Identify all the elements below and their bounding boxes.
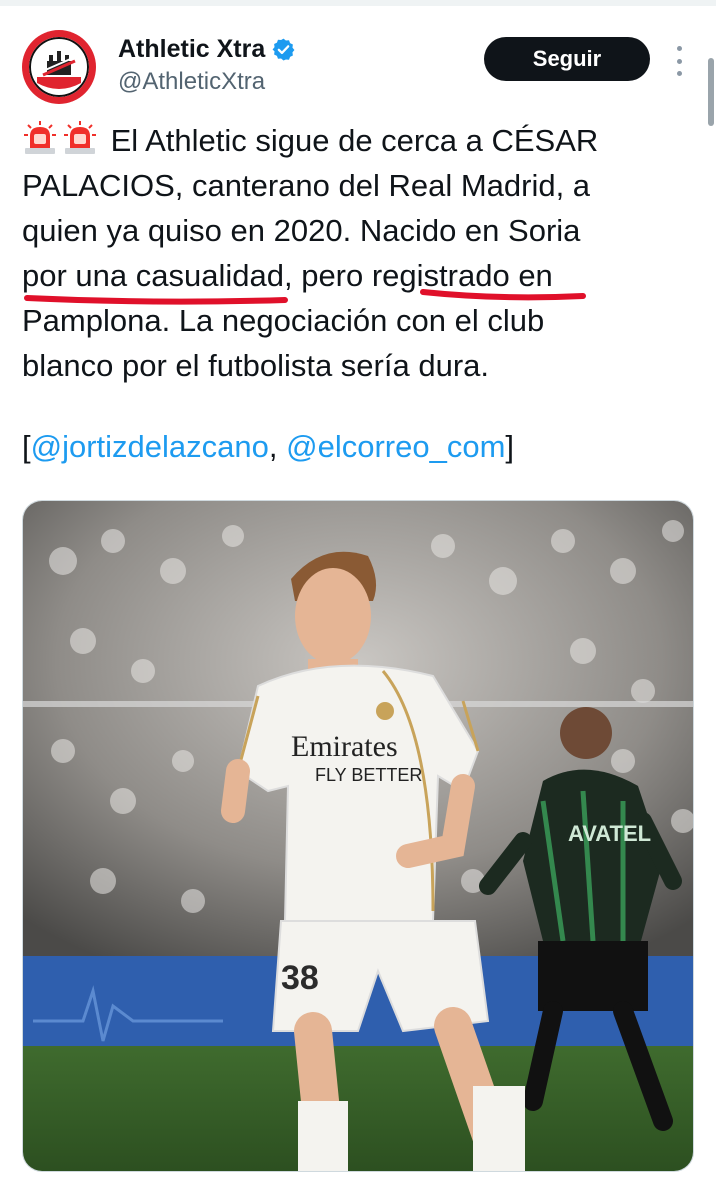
tweet-line: quien ya quiso en 2020. Nacido en Soria [22, 213, 581, 248]
shorts-number: 38 [281, 959, 319, 997]
verified-badge-icon[interactable] [271, 37, 296, 62]
rotating-light-icon [24, 121, 56, 154]
handle[interactable]: @AthleticXtra [118, 68, 296, 96]
bracket-close: ] [505, 429, 515, 464]
tweet-line: El Athletic sigue de cerca a CÉSAR [22, 118, 694, 163]
top-divider [0, 0, 716, 6]
opponent-sponsor-text: AVATEL [568, 821, 651, 846]
football-player-photo: AVATEL Emirates FLY BETTER 38 [23, 501, 693, 1171]
avatar[interactable] [22, 30, 96, 104]
tweet-line: blanco por el futbolista sería dura. [22, 348, 489, 383]
red-underline-annotation [24, 295, 288, 305]
author-names: Athletic Xtra @AthleticXtra [118, 32, 296, 96]
sponsor-text: Emirates [291, 730, 398, 763]
tweet-line-text: El Athletic sigue de cerca a CÉSAR [110, 123, 599, 158]
tweet-text: El Athletic sigue de cerca a CÉSAR PALAC… [22, 118, 694, 388]
mention-link[interactable]: @jortizdelazcano [31, 429, 269, 464]
mention-link[interactable]: @elcorreo_com [286, 429, 505, 464]
rotating-light-icon [64, 121, 96, 154]
avatar-logo [29, 37, 89, 97]
club-crest-icon [376, 702, 394, 720]
scrollbar[interactable] [708, 58, 714, 126]
tweet-line: PALACIOS, canterano del Real Madrid, a [22, 168, 591, 203]
bracket-open: [ [22, 429, 31, 464]
tweet-header: Athletic Xtra @AthleticXtra Seguir [22, 30, 694, 104]
athletic-xtra-logo-icon [29, 37, 89, 97]
follow-button[interactable]: Seguir [484, 37, 650, 81]
mentions-line: [@jortizdelazcano, @elcorreo_com] [22, 424, 514, 469]
mention-separator: , [268, 429, 287, 464]
red-underline-annotation [420, 289, 586, 301]
more-vertical-icon[interactable] [672, 46, 686, 76]
display-name[interactable]: Athletic Xtra [118, 35, 265, 64]
sponsor-tagline: FLY BETTER [315, 765, 422, 785]
tweet-photo[interactable]: AVATEL Emirates FLY BETTER 38 [22, 500, 694, 1172]
